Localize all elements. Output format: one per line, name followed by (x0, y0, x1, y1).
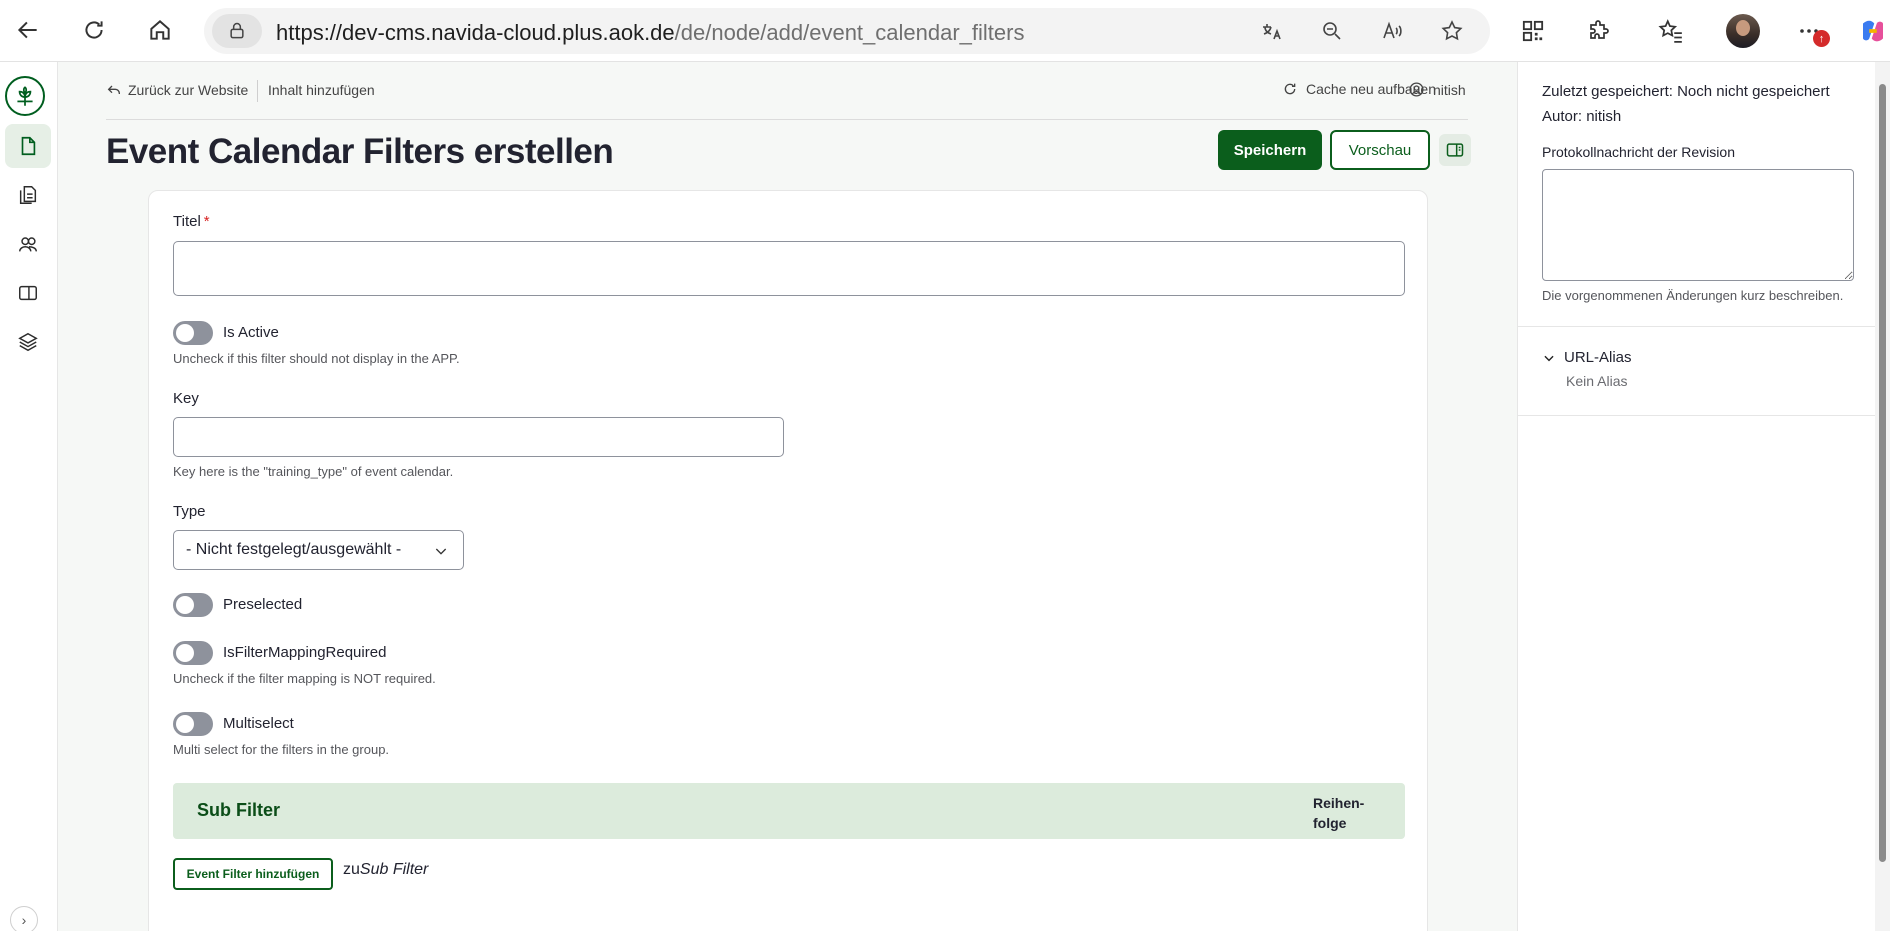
key-description: Key here is the "training_type" of event… (173, 464, 454, 479)
refresh-icon[interactable] (76, 12, 112, 48)
title-label-text: Titel (173, 213, 201, 230)
type-label: Type (173, 503, 206, 520)
lock-icon[interactable] (212, 14, 262, 48)
refresh-cache-icon (1284, 83, 1296, 95)
meta-sidebar: Zuletzt gespeichert: Noch nicht gespeich… (1517, 62, 1876, 931)
people-icon[interactable] (5, 222, 51, 266)
user-name: nitish (1433, 81, 1466, 98)
return-arrow-icon (107, 85, 120, 94)
author-key: Autor: (1542, 108, 1583, 125)
last-saved-value: Noch nicht gespeichert (1677, 83, 1830, 100)
main-content: Zurück zur Website Inhalt hinzufügen Cac… (58, 62, 1517, 931)
profile-avatar[interactable] (1726, 14, 1760, 48)
address-bar[interactable]: https://dev-cms.navida-cloud.plus.aok.de… (204, 8, 1490, 54)
back-to-website-link[interactable]: Zurück zur Website (106, 82, 248, 98)
home-icon[interactable] (142, 12, 178, 48)
layout-icon[interactable] (5, 271, 51, 315)
add-target-text: zuSub Filter (343, 861, 428, 879)
admin-topbar: Zurück zur Website Inhalt hinzufügen Cac… (106, 62, 1468, 120)
is-active-label: Is Active (223, 324, 279, 341)
title-label: Titel * (173, 213, 210, 230)
favorite-star-icon[interactable] (1438, 17, 1466, 45)
sub-filter-title: Sub Filter (197, 800, 281, 820)
save-button[interactable]: Speichern (1218, 130, 1322, 170)
url-text[interactable]: https://dev-cms.navida-cloud.plus.aok.de… (276, 20, 1024, 46)
logo-icon[interactable] (5, 76, 45, 116)
multiselect-description: Multi select for the filters in the grou… (173, 742, 390, 757)
filter-mapping-description: Uncheck if the filter mapping is NOT req… (173, 671, 436, 686)
read-aloud-icon[interactable] (1378, 17, 1406, 45)
url-alias-toggle[interactable]: URL-Alias (1542, 349, 1632, 366)
add-target-name: Sub Filter (359, 861, 429, 878)
filter-mapping-toggle[interactable] (173, 641, 213, 665)
revision-log-textarea[interactable] (1542, 169, 1854, 281)
back-arrow-icon[interactable] (10, 12, 46, 48)
preselected-toggle[interactable] (173, 593, 213, 617)
revision-log-label: Protokollnachricht der Revision (1542, 144, 1735, 160)
sub-filter-table-header: Sub Filter Reihen-folge (173, 783, 1405, 839)
sidebar-divider (1518, 415, 1876, 416)
user-circle-icon (1409, 82, 1424, 97)
extensions-icon[interactable] (1582, 14, 1616, 48)
is-active-toggle[interactable] (173, 321, 213, 345)
qr-code-icon[interactable] (1516, 14, 1550, 48)
type-select[interactable]: - Nicht festgelegt/ausgewählt - (173, 530, 464, 570)
required-marker: * (203, 213, 210, 230)
key-field[interactable] (173, 417, 784, 457)
chevron-down-icon (1544, 355, 1554, 361)
document-icon[interactable] (5, 124, 51, 168)
sidebar-toggle-icon[interactable] (1439, 134, 1471, 166)
is-active-description: Uncheck if this filter should not displa… (173, 351, 460, 366)
layers-icon[interactable] (5, 320, 51, 364)
node-form: Titel * Is Active Uncheck if this filter … (148, 190, 1428, 931)
url-host: https://dev-cms.navida-cloud.plus.aok.de (276, 20, 675, 45)
multiselect-label: Multiselect (223, 715, 294, 732)
key-label: Key (173, 390, 199, 407)
topbar-divider (257, 80, 258, 102)
preselected-label: Preselected (223, 596, 303, 613)
page-title: Event Calendar Filters erstellen (106, 132, 614, 171)
expand-rail-icon[interactable]: › (10, 906, 38, 931)
url-path: /de/node/add/event_calendar_filters (674, 20, 1025, 45)
url-alias-label: URL-Alias (1564, 349, 1632, 366)
author-line: Autor: nitish (1542, 108, 1621, 125)
documents-icon[interactable] (5, 173, 51, 217)
sidebar-divider (1518, 326, 1876, 327)
copilot-icon[interactable] (1856, 14, 1890, 48)
chevron-down-icon (433, 543, 449, 564)
title-field[interactable] (173, 241, 1405, 296)
preview-button[interactable]: Vorschau (1330, 130, 1430, 170)
add-event-filter-button[interactable]: Event Filter hinzufügen (173, 858, 333, 890)
update-badge: ↑ (1813, 30, 1830, 47)
page-scrollbar[interactable] (1875, 62, 1890, 931)
last-saved-line: Zuletzt gespeichert: Noch nicht gespeich… (1542, 83, 1830, 100)
browser-toolbar: https://dev-cms.navida-cloud.plus.aok.de… (0, 0, 1890, 62)
revision-log-help: Die vorgenommenen Änderungen kurz beschr… (1542, 288, 1844, 303)
type-selected-value: - Nicht festgelegt/ausgewählt - (186, 541, 402, 558)
admin-rail: › (0, 62, 58, 931)
zoom-out-icon[interactable] (1318, 17, 1346, 45)
add-target-prefix: zu (343, 861, 360, 878)
last-saved-key: Zuletzt gespeichert: (1542, 83, 1673, 100)
author-value: nitish (1586, 108, 1622, 125)
add-content-link[interactable]: Inhalt hinzufügen (268, 82, 375, 98)
back-to-website-label: Zurück zur Website (128, 82, 249, 98)
multiselect-toggle[interactable] (173, 712, 213, 736)
user-menu-link[interactable]: nitish (1408, 81, 1466, 98)
favorites-list-icon[interactable] (1654, 14, 1688, 48)
order-column-header: Reihen-folge (1313, 795, 1365, 831)
url-alias-value: Kein Alias (1566, 373, 1628, 389)
translate-icon[interactable] (1258, 17, 1286, 45)
filter-mapping-label: IsFilterMappingRequired (223, 644, 387, 661)
scrollbar-thumb[interactable] (1879, 84, 1886, 862)
